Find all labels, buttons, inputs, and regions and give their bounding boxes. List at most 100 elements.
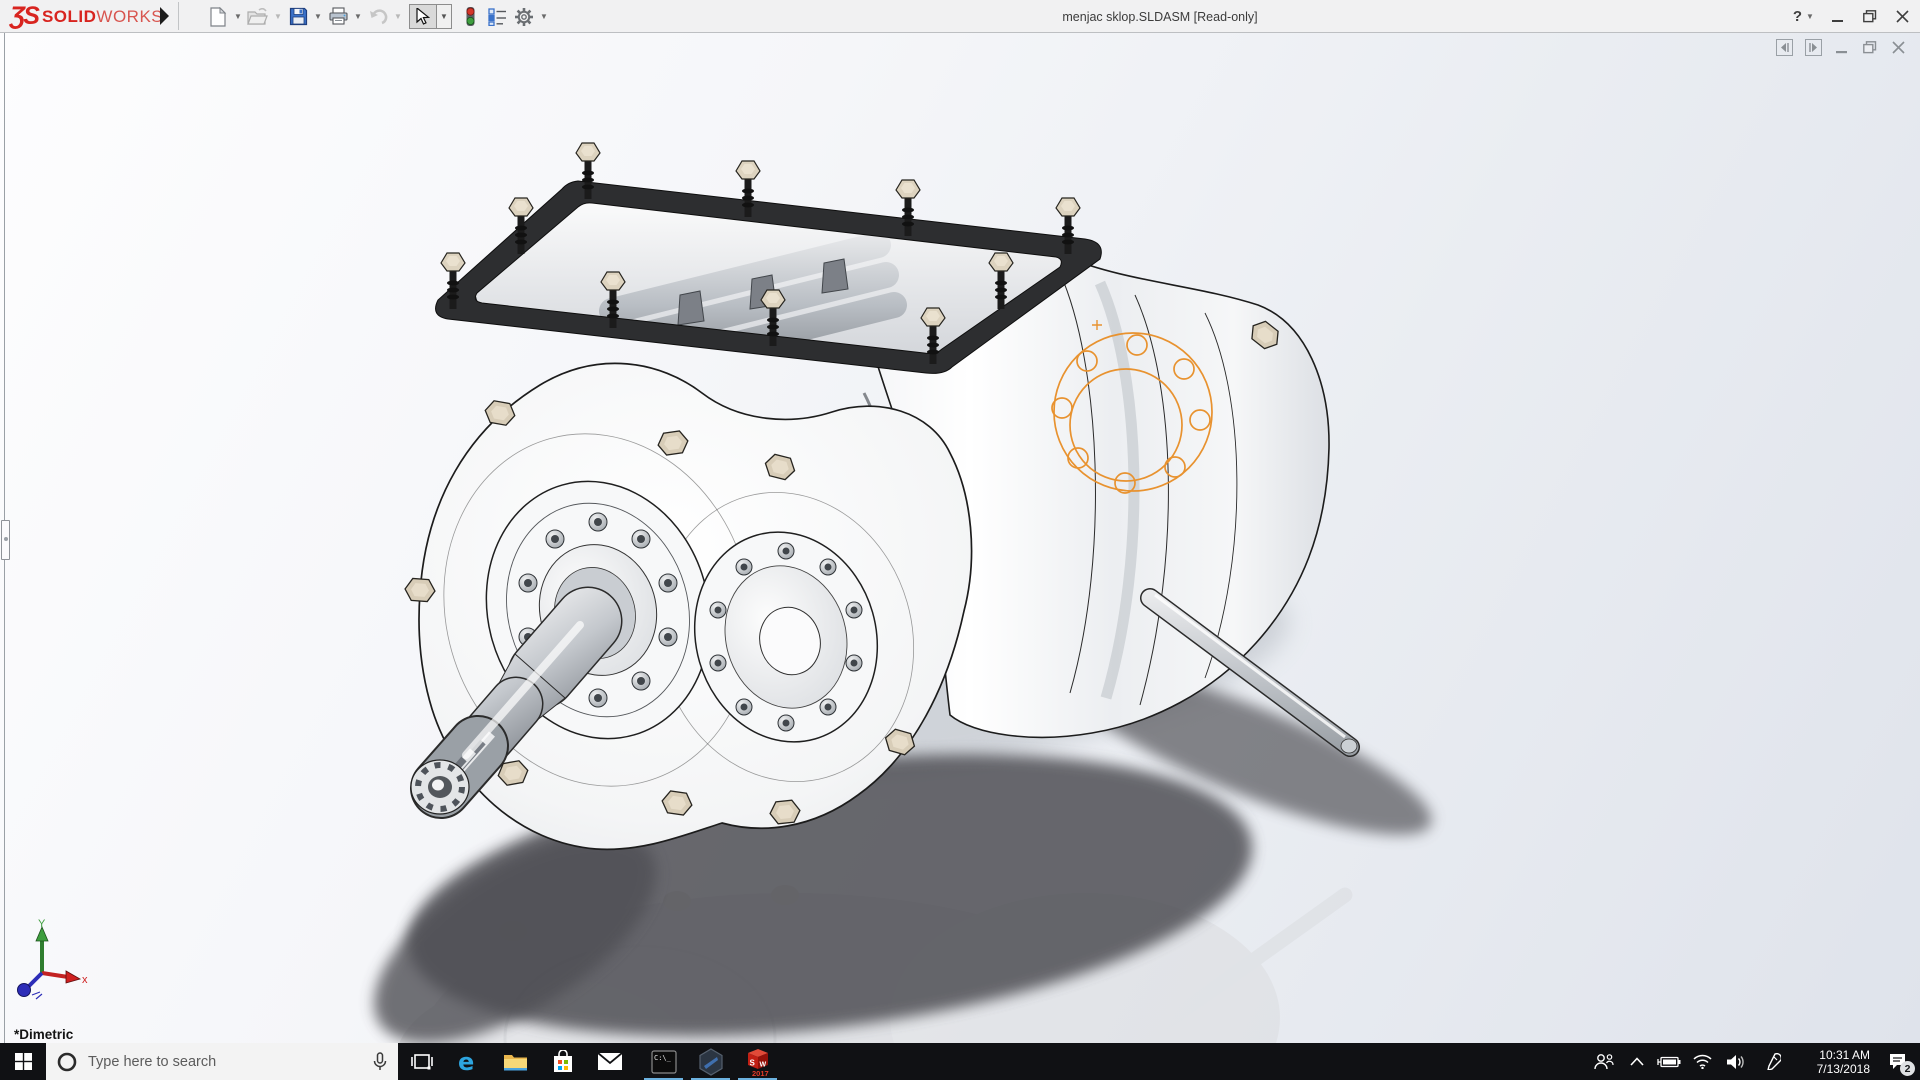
microphone-icon[interactable] <box>372 1051 388 1073</box>
taskbar-clock[interactable]: 10:31 AM 7/13/2018 <box>1790 1043 1874 1080</box>
windows-ink-button[interactable] <box>1754 1043 1790 1080</box>
pane-collapse-left-button[interactable] <box>1776 39 1793 56</box>
taskbar-item-edge[interactable]: e <box>445 1043 492 1080</box>
taskbar-item-command-prompt[interactable]: C:\_ <box>640 1043 687 1080</box>
triangle-right-icon <box>1808 42 1819 53</box>
task-view-button[interactable] <box>398 1043 445 1080</box>
svg-text:W: W <box>759 1061 766 1068</box>
doc-close-icon <box>1892 41 1905 54</box>
file-properties-icon <box>488 8 507 26</box>
open-dropdown-caret[interactable]: ▼ <box>273 4 283 30</box>
quick-access-toolbar: ▼ ▼ ▼ ▼ <box>206 0 549 33</box>
action-center-button[interactable]: 2 <box>1874 1043 1920 1080</box>
print-button[interactable] <box>326 4 350 30</box>
rebuild-traffic-light-icon <box>464 6 477 27</box>
store-icon <box>552 1050 574 1074</box>
options-dropdown-caret[interactable]: ▼ <box>539 4 549 30</box>
wifi-icon <box>1693 1054 1712 1069</box>
open-button[interactable] <box>246 4 270 30</box>
save-dropdown-caret[interactable]: ▼ <box>313 4 323 30</box>
taskbar-item-store[interactable] <box>539 1043 586 1080</box>
cortana-icon <box>56 1051 78 1073</box>
battery-charging-icon <box>1657 1055 1681 1069</box>
save-icon <box>289 7 308 26</box>
taskbar-item-hexagon-app[interactable] <box>687 1043 734 1080</box>
gearbox-3d-model[interactable] <box>0 33 1920 1043</box>
windows-logo-icon <box>15 1053 32 1070</box>
hidden-icons-button[interactable] <box>1622 1043 1652 1080</box>
solidworks-wordmark: SOLIDWORKS <box>42 7 163 27</box>
edge-icon: e <box>456 1049 482 1075</box>
system-tray: 10:31 AM 7/13/2018 2 <box>1586 1043 1920 1080</box>
file-properties-button[interactable] <box>485 4 509 30</box>
triangle-left-icon <box>1779 42 1790 53</box>
print-dropdown-caret[interactable]: ▼ <box>353 4 363 30</box>
cmd-label: C:\_ <box>654 1054 672 1062</box>
task-view-icon <box>411 1052 433 1072</box>
pane-expand-right-button[interactable] <box>1805 39 1822 56</box>
chevron-up-icon <box>1630 1057 1644 1066</box>
print-icon <box>328 7 349 26</box>
battery-button[interactable] <box>1652 1043 1686 1080</box>
help-dropdown-caret[interactable]: ▼ <box>1806 4 1814 30</box>
sw-year-label: 2017 <box>752 1069 769 1077</box>
command-prompt-icon: C:\_ <box>651 1050 677 1074</box>
taskbar-item-mail[interactable] <box>586 1043 633 1080</box>
undo-dropdown-caret[interactable]: ▼ <box>393 4 403 30</box>
solidworks-logo: ƷS SOLIDWORKS <box>10 2 163 31</box>
taskbar-spacer <box>633 1043 640 1080</box>
help-button[interactable]: ? <box>1793 8 1802 25</box>
undo-button[interactable] <box>366 4 390 30</box>
solidworks-logo-glyph: ƷS <box>10 2 38 31</box>
doc-minimize-button[interactable] <box>1834 40 1850 56</box>
minimize-button[interactable] <box>1830 9 1846 25</box>
clock-time: 10:31 AM <box>1819 1048 1870 1062</box>
svg-text:S: S <box>749 1058 755 1067</box>
select-cursor-icon <box>416 8 430 25</box>
doc-minimize-icon <box>1836 42 1848 54</box>
restore-icon <box>1863 10 1877 23</box>
document-title: menjac sklop.SLDASM [Read-only] <box>1062 0 1257 33</box>
toolbar-separator <box>178 2 179 30</box>
start-button[interactable] <box>0 1043 46 1080</box>
doc-close-button[interactable] <box>1890 40 1906 56</box>
people-icon <box>1594 1053 1614 1071</box>
pen-icon <box>1764 1053 1781 1070</box>
rebuild-button[interactable] <box>458 4 482 30</box>
windows-taskbar: e C:\_ <box>0 1043 1920 1080</box>
wordmark-works: WORKS <box>96 7 163 26</box>
file-explorer-icon <box>503 1052 528 1072</box>
search-input[interactable] <box>88 1054 362 1070</box>
options-button[interactable] <box>512 4 536 30</box>
people-button[interactable] <box>1586 1043 1622 1080</box>
select-tool-button[interactable] <box>410 5 436 28</box>
view-orientation-label: *Dimetric <box>14 1027 73 1042</box>
close-button[interactable] <box>1894 9 1910 25</box>
doc-restore-button[interactable] <box>1862 40 1878 56</box>
hexagon-app-icon <box>698 1048 724 1076</box>
document-window-controls <box>1776 39 1906 56</box>
solidworks-2017-icon: S W 2017 <box>744 1047 772 1077</box>
select-tool-group: ▼ <box>409 4 452 29</box>
wifi-button[interactable] <box>1686 1043 1718 1080</box>
triad-y-label: Y <box>38 918 46 930</box>
triad-z-ball <box>18 984 31 997</box>
taskbar-item-solidworks[interactable]: S W 2017 <box>734 1043 781 1080</box>
new-document-button[interactable] <box>206 4 230 30</box>
menu-flyout-arrow-icon[interactable] <box>160 7 169 25</box>
new-document-icon <box>209 7 227 27</box>
titlebar-controls: ? ▼ <box>1793 0 1910 33</box>
new-dropdown-caret[interactable]: ▼ <box>233 4 243 30</box>
select-tool-dropdown[interactable]: ▼ <box>436 5 451 28</box>
open-icon <box>247 8 269 26</box>
taskbar-search-box[interactable] <box>46 1043 398 1080</box>
clock-date: 7/13/2018 <box>1817 1062 1870 1076</box>
taskbar-item-file-explorer[interactable] <box>492 1043 539 1080</box>
title-bar: ƷS SOLIDWORKS ▼ ▼ <box>0 0 1920 33</box>
graphics-viewport[interactable]: Y x *Dimetric <box>0 33 1920 1043</box>
mail-icon <box>597 1052 623 1071</box>
volume-button[interactable] <box>1718 1043 1754 1080</box>
restore-button[interactable] <box>1862 9 1878 25</box>
save-button[interactable] <box>286 4 310 30</box>
panel-splitter-handle[interactable] <box>1 520 10 560</box>
